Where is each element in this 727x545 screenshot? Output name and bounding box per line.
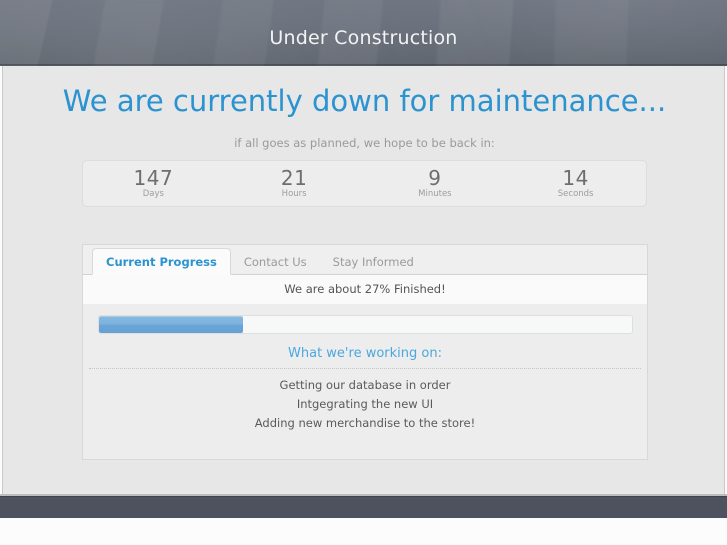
countdown-minutes-value: 9 [428,165,442,190]
maintenance-subline: if all goes as planned, we hope to be ba… [234,136,495,150]
list-item: Intgegrating the new UI [296,397,434,411]
countdown-days-value: 147 [133,165,174,190]
list-item: Adding new merchandise to the store! [254,416,476,430]
tab-bar: Current Progress Contact Us Stay Informe… [82,244,648,275]
tab-current-progress[interactable]: Current Progress [92,248,231,275]
working-on-list: Getting our database in order Intgegrati… [83,376,647,433]
working-on-title: What we're working on: [288,346,442,361]
page-footer [0,496,727,518]
countdown-minutes-label: Minutes [418,188,452,199]
countdown-unit-seconds: 14 Seconds [505,168,646,200]
countdown-hours-label: Hours [281,188,307,199]
page-bottom-area [0,518,727,545]
progress-bar-track [98,315,633,334]
countdown-timer: 147 Days 21 Hours 9 Minutes 14 Seconds [82,160,647,207]
countdown-seconds-label: Seconds [557,188,594,199]
tabs-container: Current Progress Contact Us Stay Informe… [82,244,648,460]
tab-panel-current-progress: We are about 27% Finished! What we're wo… [82,275,648,460]
progress-status-text: We are about 27% Finished! [83,275,647,305]
working-on-divider [89,368,641,369]
content-panel: We are currently down for maintenance...… [2,66,725,496]
countdown-hours-value: 21 [280,165,308,190]
countdown-unit-hours: 21 Hours [224,168,365,200]
countdown-unit-days: 147 Days [83,168,224,200]
tab-contact-us[interactable]: Contact Us [231,249,320,275]
list-item: Getting our database in order [279,378,451,392]
countdown-unit-minutes: 9 Minutes [365,168,506,200]
countdown-seconds-value: 14 [562,165,589,190]
countdown-days-label: Days [142,188,164,199]
progress-bar-fill [99,316,243,333]
under-construction-page: Under Construction We are currently down… [0,0,727,545]
page-header: Under Construction [0,0,727,66]
tab-stay-informed[interactable]: Stay Informed [320,249,427,275]
maintenance-headline: We are currently down for maintenance... [62,84,667,118]
page-title: Under Construction [269,27,458,49]
